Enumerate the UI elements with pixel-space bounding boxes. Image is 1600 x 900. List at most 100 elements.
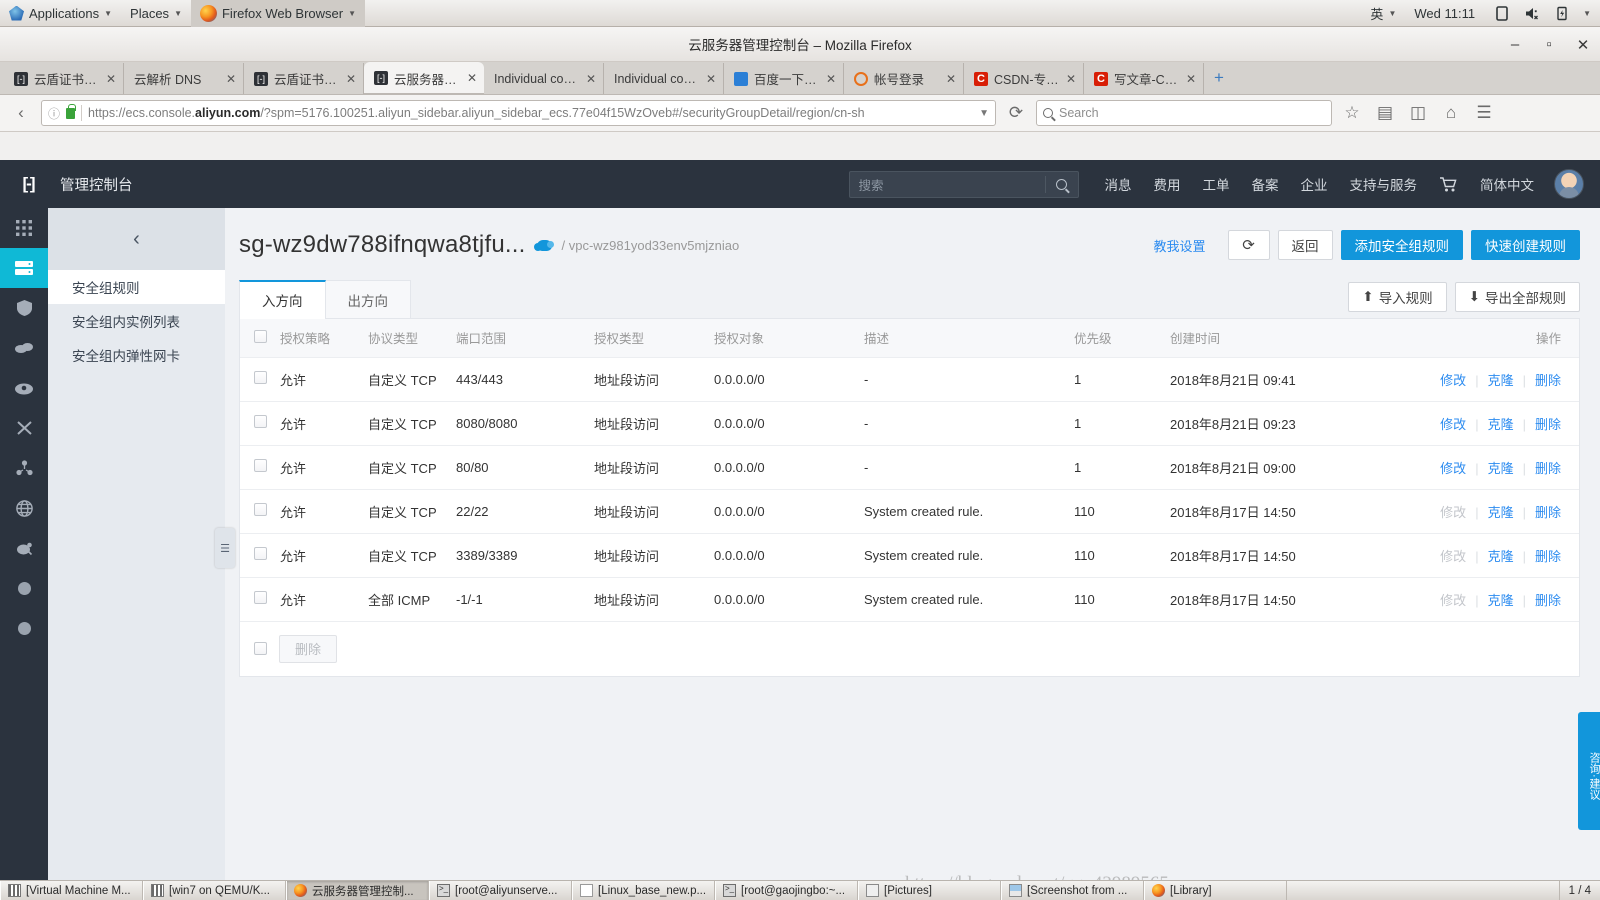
browser-tab[interactable]: [-] 云盾证书服... ✕ [4, 63, 124, 94]
edit-rule-link[interactable]: 修改 [1440, 417, 1466, 432]
close-icon[interactable]: ✕ [1186, 72, 1196, 86]
clone-rule-link[interactable]: 克隆 [1488, 549, 1514, 564]
new-tab-button[interactable]: + [1204, 68, 1234, 88]
library-icon[interactable]: ▤ [1372, 100, 1398, 126]
taskbar-item[interactable]: 云服务器管理控制... [286, 881, 429, 900]
minimize-button[interactable]: – [1506, 36, 1524, 54]
chevron-down-icon[interactable]: ▼ [979, 108, 989, 119]
bookmark-star-icon[interactable]: ☆ [1339, 100, 1365, 126]
avatar[interactable] [1554, 169, 1584, 199]
reload-button[interactable]: ⟳ [1003, 100, 1029, 126]
dot-icon[interactable] [0, 608, 48, 648]
system-status-area[interactable]: ▼ [1484, 0, 1600, 27]
tab-outbound[interactable]: 出方向 [324, 280, 411, 318]
globe-icon[interactable] [0, 488, 48, 528]
nav-item-support[interactable]: 支持与服务 [1350, 174, 1418, 194]
close-icon[interactable]: ✕ [467, 71, 477, 85]
close-icon[interactable]: ✕ [946, 72, 956, 86]
clone-rule-link[interactable]: 克隆 [1488, 373, 1514, 388]
maximize-button[interactable]: ▫ [1540, 36, 1558, 54]
dot-icon[interactable] [0, 568, 48, 608]
taskbar-item[interactable]: [Linux_base_new.p... [572, 881, 715, 900]
aliyun-logo-icon[interactable]: [-] [14, 170, 42, 198]
delete-rule-link[interactable]: 删除 [1535, 549, 1561, 564]
close-icon[interactable]: ✕ [106, 72, 116, 86]
network-icon[interactable] [0, 408, 48, 448]
input-method-indicator[interactable]: 英 ▼ [1361, 0, 1405, 27]
cloud-monitor-icon[interactable] [0, 368, 48, 408]
row-checkbox[interactable] [254, 547, 267, 560]
clone-rule-link[interactable]: 克隆 [1488, 593, 1514, 608]
back-button[interactable]: 返回 [1277, 230, 1333, 260]
delete-rule-link[interactable]: 删除 [1535, 373, 1561, 388]
delete-rule-link[interactable]: 删除 [1535, 417, 1561, 432]
shield-icon[interactable] [0, 288, 48, 328]
browser-tab[interactable]: Individual comm... ✕ [484, 63, 604, 94]
taskbar-item[interactable]: [Screenshot from ... [1001, 881, 1144, 900]
dns-icon[interactable] [0, 528, 48, 568]
close-icon[interactable]: ✕ [586, 72, 596, 86]
row-checkbox[interactable] [254, 415, 267, 428]
taskbar-item[interactable]: [Pictures] [858, 881, 1001, 900]
browser-tab[interactable]: 帐号登录 ✕ [844, 63, 964, 94]
nav-item-enterprise[interactable]: 企业 [1301, 174, 1328, 194]
places-menu[interactable]: Places ▼ [121, 0, 191, 27]
refresh-button[interactable]: ⟳ [1227, 230, 1270, 260]
nav-item-tickets[interactable]: 工单 [1203, 174, 1230, 194]
quick-create-rule-button[interactable]: 快速创建规则 [1471, 230, 1580, 260]
browser-tab-active[interactable]: [-] 云服务器管... ✕ [364, 62, 484, 94]
teach-me-link[interactable]: 教我设置 [1153, 236, 1205, 255]
browser-tab[interactable]: 百度一下，... ✕ [724, 63, 844, 94]
console-search-input[interactable]: 搜索 [848, 170, 1079, 198]
add-security-group-rule-button[interactable]: 添加安全组规则 [1340, 230, 1463, 260]
export-all-rules-button[interactable]: ⬇ 导出全部规则 [1454, 282, 1580, 312]
menu-icon[interactable]: ☰ [1471, 100, 1497, 126]
cluster-icon[interactable] [0, 448, 48, 488]
consult-suggest-tab[interactable]: 咨询·建议 [1578, 712, 1600, 830]
select-all-footer-checkbox[interactable] [254, 642, 267, 655]
close-button[interactable]: ✕ [1574, 36, 1592, 54]
applications-menu[interactable]: Applications ▼ [0, 0, 121, 27]
nav-item-icp[interactable]: 备案 [1252, 174, 1279, 194]
edit-rule-link[interactable]: 修改 [1440, 461, 1466, 476]
delete-rule-link[interactable]: 删除 [1535, 461, 1561, 476]
workspace-pager[interactable]: 1 / 4 [1558, 881, 1600, 900]
delete-rule-link[interactable]: 删除 [1535, 505, 1561, 520]
taskbar-item[interactable]: [root@gaojingbo:~... [715, 881, 858, 900]
clone-rule-link[interactable]: 克隆 [1488, 505, 1514, 520]
cloud-storage-icon[interactable] [0, 328, 48, 368]
row-checkbox[interactable] [254, 371, 267, 384]
tab-inbound[interactable]: 入方向 [239, 280, 326, 319]
taskbar-item[interactable]: [win7 on QEMU/K... [143, 881, 286, 900]
clone-rule-link[interactable]: 克隆 [1488, 461, 1514, 476]
browser-tab[interactable]: [-] 云盾证书服... ✕ [244, 63, 364, 94]
edit-rule-link[interactable]: 修改 [1440, 373, 1466, 388]
home-icon[interactable]: ⌂ [1438, 100, 1464, 126]
firefox-window-menu[interactable]: Firefox Web Browser ▼ [190, 0, 366, 27]
import-rules-button[interactable]: ⬆ 导入规则 [1348, 282, 1447, 312]
close-icon[interactable]: ✕ [826, 72, 836, 86]
row-checkbox[interactable] [254, 459, 267, 472]
back-button[interactable]: ‹ [8, 100, 34, 126]
panel-toggle-icon[interactable]: ☰ [215, 528, 235, 568]
page-info-icon[interactable]: ⓘ [48, 105, 60, 122]
clock[interactable]: Wed 11:11 [1405, 0, 1484, 27]
browser-tab[interactable]: C 写文章-CSD... ✕ [1084, 63, 1204, 94]
language-selector[interactable]: 简体中文 [1480, 174, 1534, 194]
taskbar-item[interactable]: [Virtual Machine M... [0, 881, 143, 900]
console-search-button[interactable] [1046, 178, 1078, 190]
taskbar-item[interactable]: [Library] [1144, 881, 1287, 900]
sidebar-item-instance-list[interactable]: 安全组内实例列表 [48, 304, 225, 338]
search-bar[interactable]: Search [1036, 100, 1332, 126]
close-icon[interactable]: ✕ [346, 72, 356, 86]
nav-item-billing[interactable]: 费用 [1154, 174, 1181, 194]
sidebar-collapse-button[interactable]: ‹ [48, 208, 225, 270]
grid-icon[interactable] [0, 208, 48, 248]
close-icon[interactable]: ✕ [706, 72, 716, 86]
sidebar-item-eni-list[interactable]: 安全组内弹性网卡 [48, 338, 225, 372]
browser-tab[interactable]: C CSDN-专业I... ✕ [964, 63, 1084, 94]
nav-item-messages[interactable]: 消息 [1105, 174, 1132, 194]
batch-delete-button[interactable]: 删除 [279, 634, 338, 663]
clone-rule-link[interactable]: 克隆 [1488, 417, 1514, 432]
row-checkbox[interactable] [254, 503, 267, 516]
